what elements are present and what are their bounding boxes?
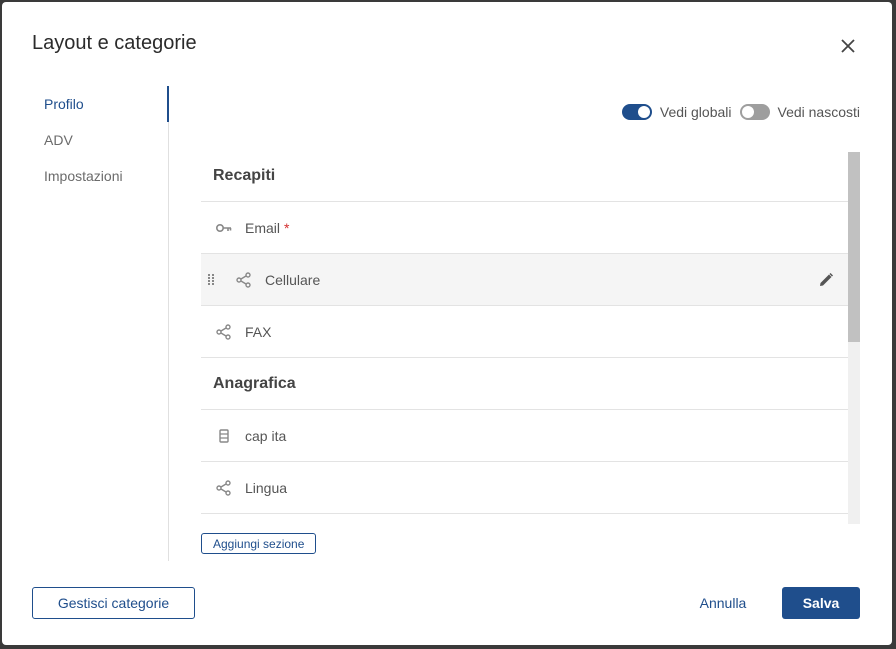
document-icon — [215, 427, 233, 445]
field-label-email: Email — [245, 219, 281, 236]
nav-item-adv[interactable]: ADV — [44, 132, 73, 148]
dialog-title: Layout e categorie — [32, 32, 197, 54]
cancel-button[interactable]: Annulla — [682, 587, 764, 619]
add-section-button[interactable]: Aggiungi sezione — [201, 533, 317, 554]
section-title: Anagrafica — [213, 374, 296, 392]
share-icon — [235, 271, 253, 289]
vedi-globali-label: Vedi globali — [659, 104, 732, 120]
nav-divider — [168, 86, 169, 561]
scrollbar-thumb[interactable] — [848, 152, 860, 342]
save-button[interactable]: Salva — [782, 587, 860, 619]
share-icon — [215, 323, 233, 341]
required-mark: * — [284, 219, 290, 236]
field-label-cap-ita: cap ita — [245, 427, 287, 444]
vedi-nascosti-toggle[interactable] — [739, 104, 770, 120]
fields-list: Recapiti Email * Cellulare FAX Anagrafic… — [201, 150, 860, 524]
field-row-cap-ita[interactable]: cap ita — [201, 410, 848, 462]
manage-categories-button[interactable]: Gestisci categorie — [32, 587, 195, 619]
nav-item-impostazioni[interactable]: Impostazioni — [44, 168, 123, 184]
vedi-nascosti-label: Vedi nascosti — [777, 104, 861, 120]
field-row-email[interactable]: Email * — [201, 202, 848, 254]
nav-item-profilo[interactable]: Profilo — [44, 96, 84, 112]
drag-handle-icon[interactable] — [207, 273, 215, 287]
field-row-lingua[interactable]: Lingua — [201, 462, 848, 514]
field-label-fax: FAX — [245, 323, 272, 340]
section-header-anagrafica: Anagrafica — [201, 358, 848, 410]
section-header-recapiti: Recapiti — [201, 150, 848, 202]
layout-categories-dialog: Layout e categorie Profilo ADV Impostazi… — [2, 2, 892, 645]
field-label-lingua: Lingua — [245, 479, 288, 496]
field-label-cellulare: Cellulare — [265, 271, 321, 288]
vedi-globali-toggle[interactable] — [621, 104, 652, 120]
edit-icon[interactable] — [818, 272, 834, 288]
field-row-fax[interactable]: FAX — [201, 306, 848, 358]
close-icon — [841, 39, 855, 53]
close-button[interactable] — [834, 32, 862, 60]
key-icon — [215, 219, 233, 237]
nav-active-indicator — [167, 86, 169, 122]
section-title: Recapiti — [213, 166, 276, 184]
list-scrollbar[interactable] — [848, 152, 860, 524]
field-row-cellulare[interactable]: Cellulare — [201, 254, 848, 306]
share-icon — [215, 479, 233, 497]
visibility-toggles: Vedi globali Vedi nascosti — [621, 104, 861, 120]
